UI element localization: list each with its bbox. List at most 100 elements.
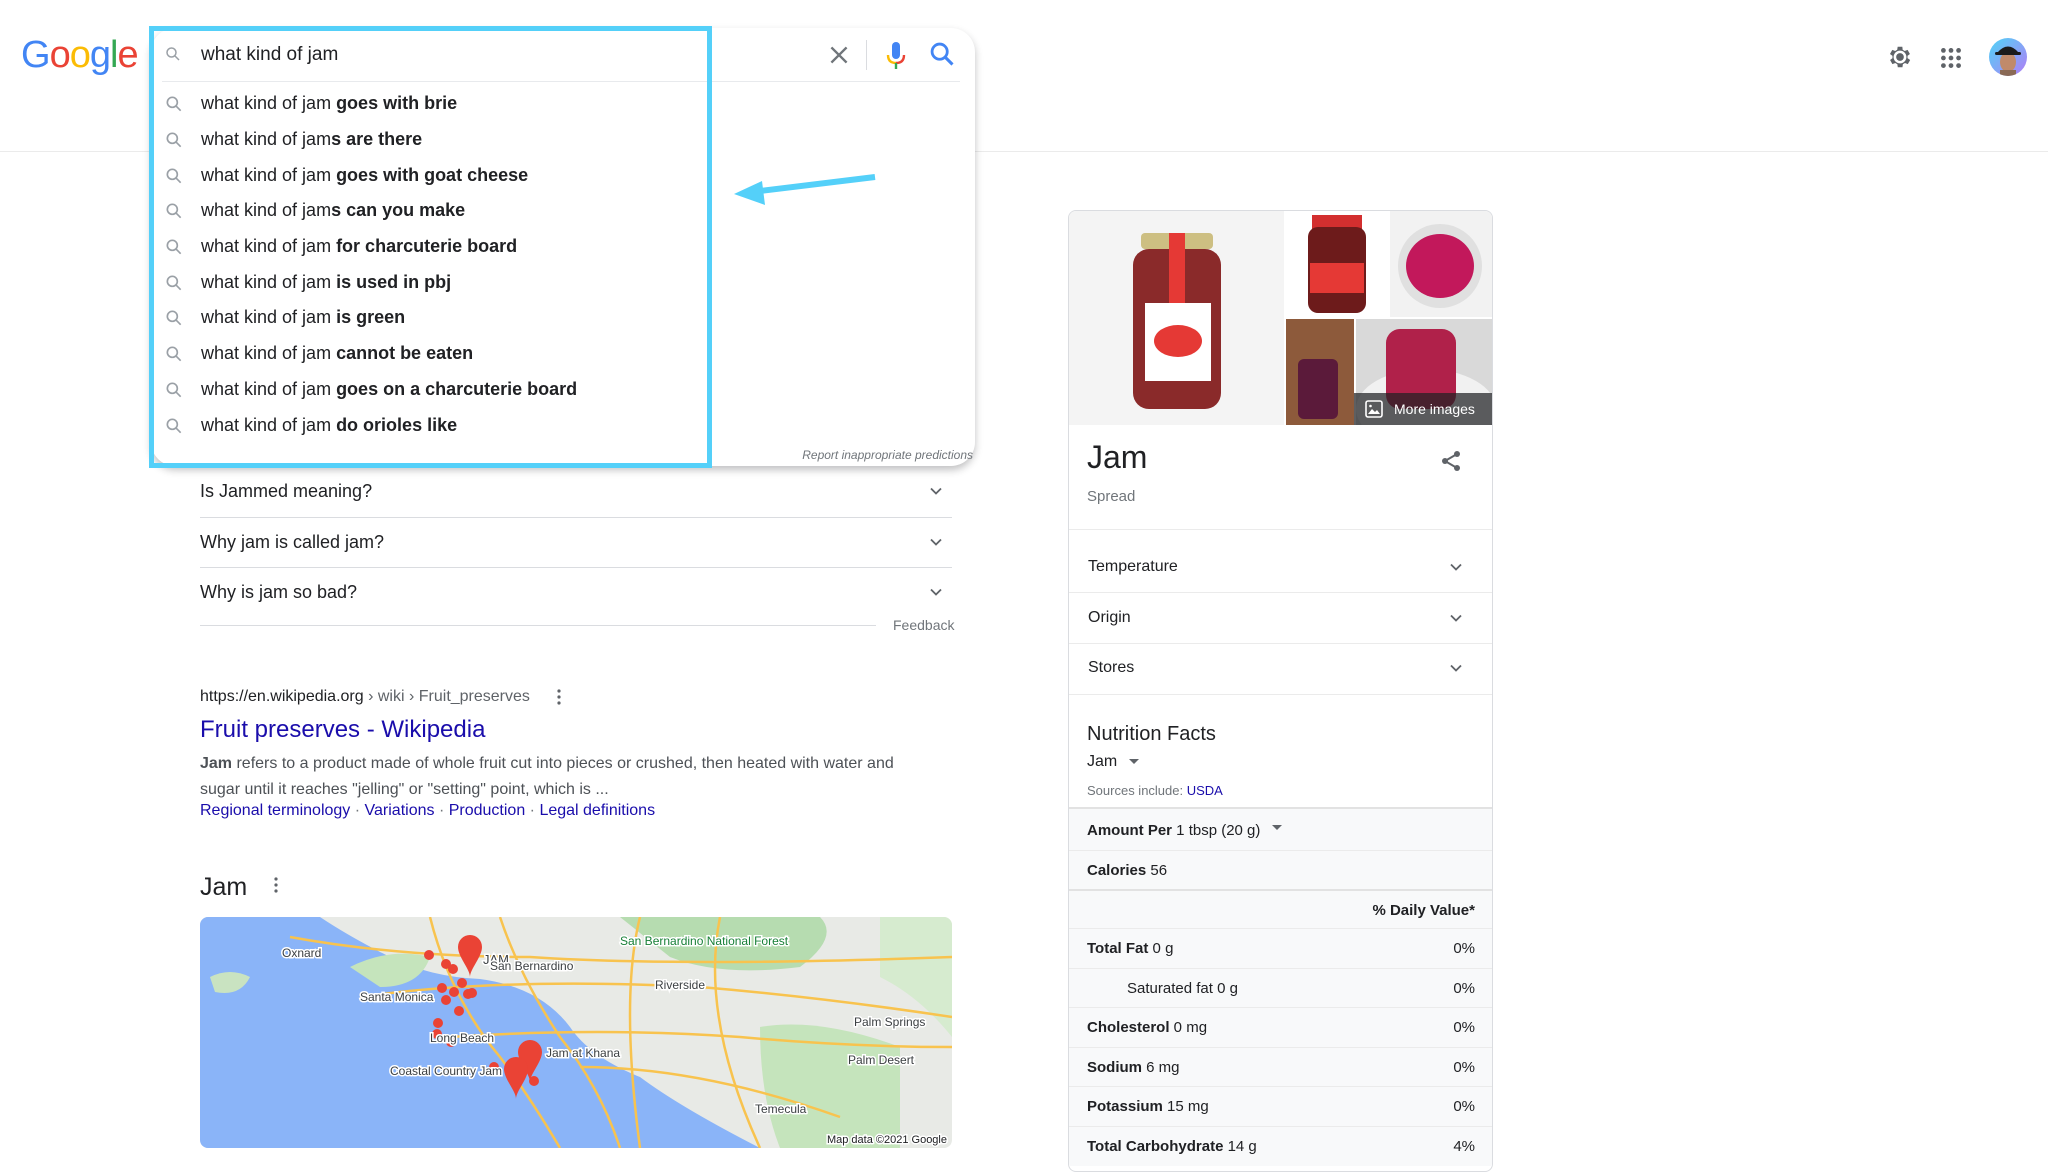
nutrition-food-label: Jam (1087, 753, 1118, 770)
paa-question[interactable]: Why is jam so bad? (200, 567, 952, 617)
dropdown-arrow-icon (1129, 759, 1140, 764)
kp-main-image[interactable] (1069, 211, 1284, 425)
paa-divider (200, 625, 876, 626)
kp-image-gallery[interactable]: More images (1069, 211, 1492, 449)
usda-link[interactable]: USDA (1187, 783, 1223, 798)
daily-value-header: % Daily Value* (1372, 901, 1475, 919)
search-icon (166, 239, 182, 254)
result-url-path: › wiki › Fruit_preserves (363, 688, 530, 705)
sitelink[interactable]: Legal definitions (539, 802, 655, 819)
local-more-options-button[interactable] (273, 876, 279, 900)
feedback-link[interactable]: Feedback (893, 617, 954, 633)
map-image: Oxnard JAM San Bernardino San Bernardino… (200, 917, 952, 1148)
nutrient-amount: 0 mg (1169, 1019, 1208, 1036)
kp-thumb-image[interactable] (1286, 319, 1354, 425)
kp-expander-label: Origin (1088, 609, 1131, 626)
kp-thumb-image[interactable] (1286, 211, 1388, 317)
nutrient-daily-value: 0% (1453, 1019, 1475, 1036)
suggestion-item[interactable]: what kind of jam for charcuterie board (151, 229, 711, 264)
settings-button[interactable] (1886, 43, 1914, 71)
suggestion-prefix: what kind of jam (201, 415, 332, 435)
map-label: San Bernardino (490, 959, 574, 973)
clear-search-button[interactable] (826, 42, 852, 68)
map[interactable]: Oxnard JAM San Bernardino San Bernardino… (200, 917, 952, 1148)
suggestion-item[interactable]: what kind of jam is used in pbj (151, 265, 711, 300)
annotation-arrow-icon (734, 174, 876, 205)
map-label: Riverside (655, 978, 705, 992)
dropdown-arrow-icon (1272, 824, 1283, 830)
suggestion-item[interactable]: what kind of jam cannot be eaten (151, 336, 711, 371)
paa-question[interactable]: Is Jammed meaning? (200, 466, 952, 516)
suggestion-prefix: what kind of jam (201, 93, 332, 113)
suggestion-completion: goes with goat cheese (331, 165, 529, 185)
kp-subtitle: Spread (1087, 488, 1136, 505)
nutrient-name: Cholesterol (1087, 1019, 1170, 1036)
nutrition-row: Saturated fat 0 g 0% (1069, 968, 1492, 1008)
more-vert-icon (274, 877, 278, 893)
report-predictions-link[interactable]: Report inappropriate predictions (802, 448, 973, 462)
share-button[interactable] (1439, 449, 1463, 473)
result-more-options-button[interactable] (556, 688, 562, 711)
result-sitelinks: Regional terminology · Variations · Prod… (200, 802, 655, 820)
kp-expander-stores[interactable]: Stores (1069, 643, 1492, 693)
sitelink[interactable]: Variations (365, 802, 435, 819)
sitelink[interactable]: Production (449, 802, 526, 819)
result-title-link[interactable]: Fruit preserves - Wikipedia (200, 716, 485, 744)
nutrient-amount: 6 mg (1142, 1059, 1180, 1076)
result-snippet-bold: Jam (200, 755, 233, 772)
suggestion-completion: s are there (331, 129, 423, 149)
apps-button[interactable] (1938, 45, 1964, 71)
suggestion-item[interactable]: what kind of jam goes on a charcuterie b… (151, 372, 711, 407)
nutrition-row: Sodium 6 mg 0% (1069, 1047, 1492, 1087)
nutrient-name: Potassium (1087, 1098, 1163, 1115)
suggestion-completion: goes on a charcuterie board (331, 379, 578, 399)
close-icon (830, 46, 848, 64)
suggestion-item[interactable]: what kind of jam goes with goat cheese (151, 158, 711, 193)
chevron-down-icon (930, 538, 942, 546)
kp-thumb-image[interactable] (1390, 211, 1492, 317)
nutrition-row: Cholesterol 0 mg 0% (1069, 1007, 1492, 1047)
voice-search-button[interactable] (884, 40, 908, 72)
paa-question-text: Why is jam so bad? (200, 581, 358, 602)
paa-question[interactable]: Why jam is called jam? (200, 517, 952, 567)
suggestion-item[interactable]: what kind of jam do orioles like (151, 408, 711, 443)
logo-letter: G (21, 34, 51, 76)
map-label: Temecula (755, 1102, 807, 1116)
more-images-label: More images (1394, 401, 1475, 417)
suggestion-item[interactable]: what kind of jams are there (151, 122, 711, 157)
sitelink-separator: · (525, 802, 540, 819)
sitelink[interactable]: Regional terminology (200, 802, 350, 819)
search-input[interactable] (201, 40, 801, 70)
logo-letter: g (89, 34, 111, 76)
nutrient-daily-value: 4% (1453, 1138, 1475, 1155)
nutrition-food-select[interactable]: Jam (1087, 753, 1140, 771)
chevron-down-icon (1450, 664, 1462, 672)
more-images-button[interactable]: More images (1354, 393, 1492, 425)
jam-jar-image (1308, 215, 1366, 313)
suggestion-item[interactable]: what kind of jams can you make (151, 193, 711, 228)
kp-expander-origin[interactable]: Origin (1069, 593, 1492, 643)
suggestion-item[interactable]: what kind of jam is green (151, 300, 711, 335)
paa-question-text: Why jam is called jam? (200, 531, 385, 552)
nutrient-name: Saturated fat (1127, 980, 1213, 997)
sitelink-separator: · (434, 802, 449, 819)
suggestion-prefix: what kind of jam (201, 236, 332, 256)
result-url[interactable]: https://en.wikipedia.org › wiki › Fruit_… (200, 688, 530, 706)
kp-expander-temperature[interactable]: Temperature (1069, 542, 1492, 592)
nutrient-amount: 15 mg (1162, 1098, 1209, 1115)
account-avatar[interactable] (1989, 38, 2027, 76)
suggestion-item[interactable]: what kind of jam goes with brie (151, 86, 711, 121)
nutrition-row: Potassium 15 mg 0% (1069, 1086, 1492, 1126)
suggestion-prefix: what kind of jam (201, 165, 332, 185)
search-submit-button[interactable] (928, 40, 956, 68)
nutrient-amount: 14 g (1223, 1138, 1257, 1155)
map-label: Palm Desert (848, 1053, 915, 1067)
nutrition-serving-row[interactable]: Amount Per 1 tbsp (20 g) (1069, 807, 1492, 851)
grid-icon (1941, 48, 1961, 68)
mic-icon (886, 42, 906, 69)
suggestion-prefix: what kind of jam (201, 129, 332, 149)
search-icon (166, 418, 182, 433)
google-logo[interactable]: Google (21, 34, 139, 77)
map-label: Jam at Khana (546, 1046, 620, 1060)
serving-value: 1 tbsp (20 g) (1172, 821, 1261, 839)
